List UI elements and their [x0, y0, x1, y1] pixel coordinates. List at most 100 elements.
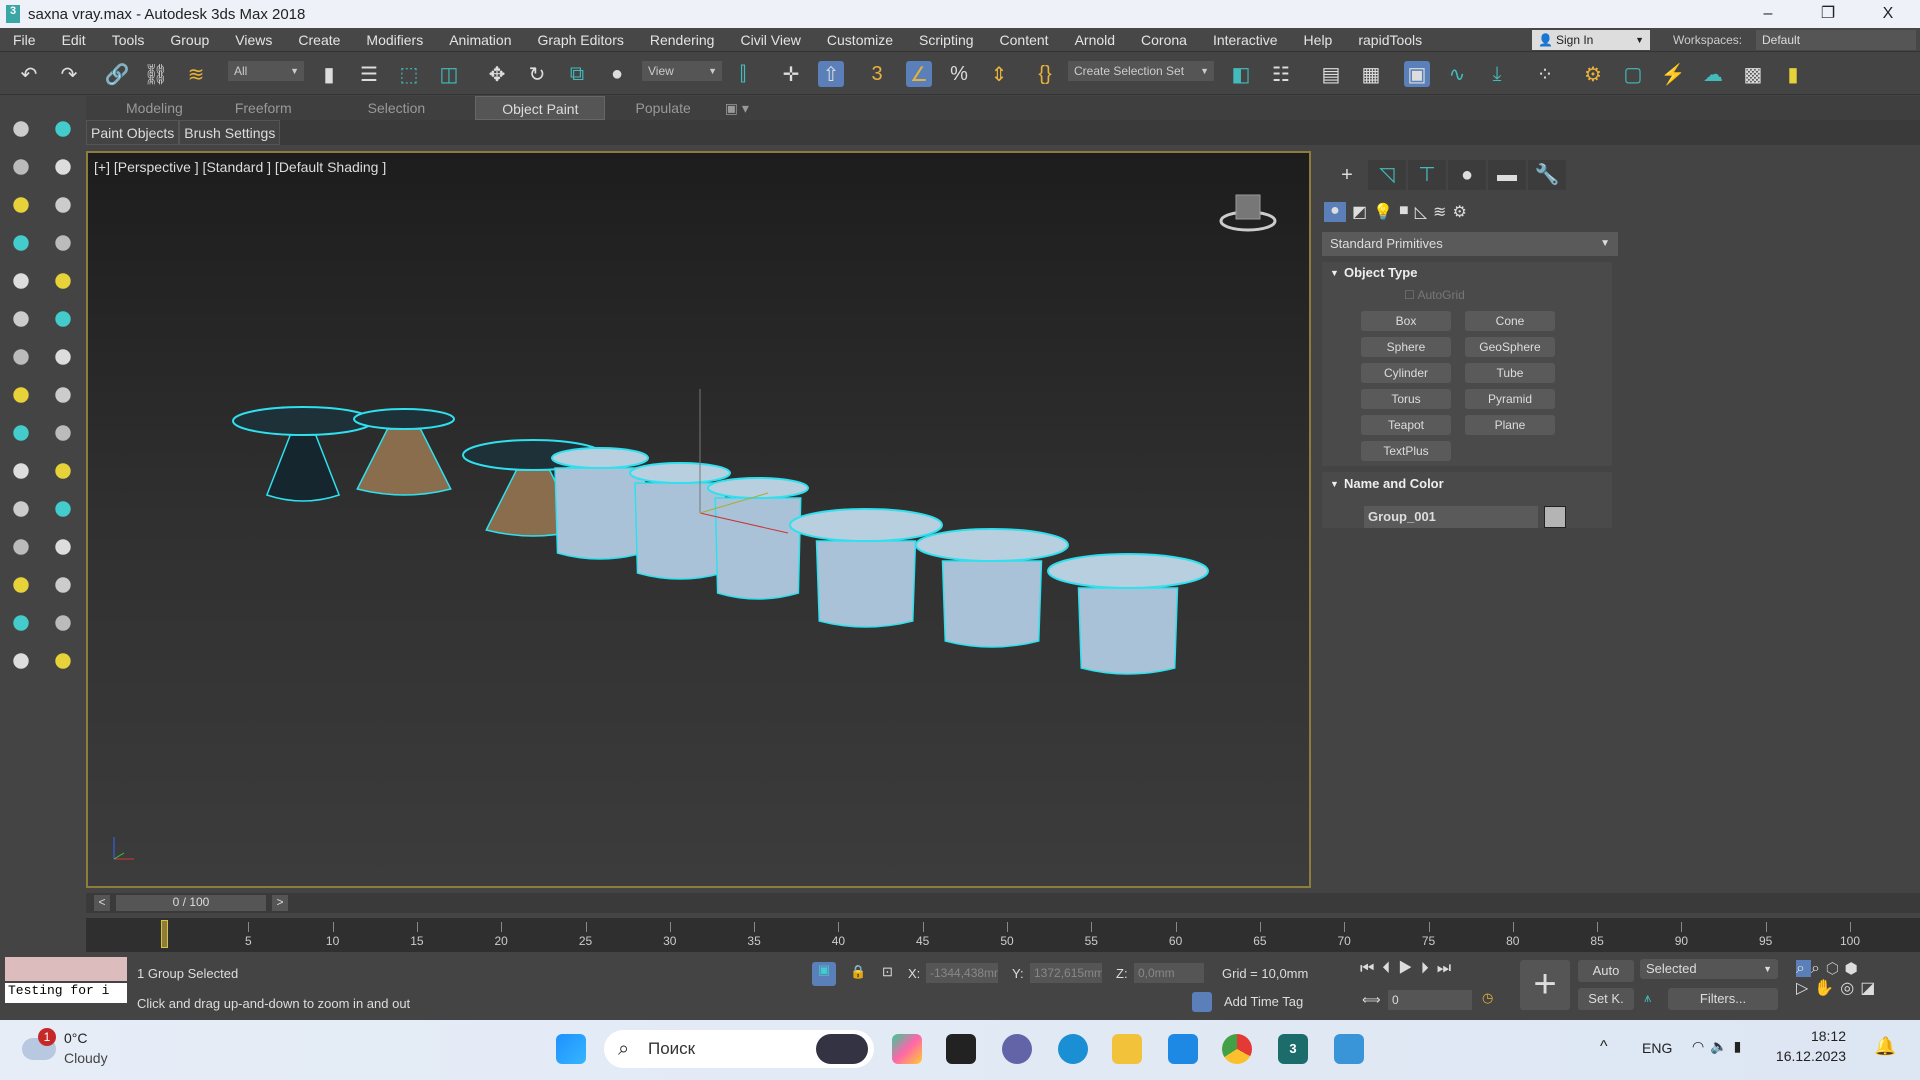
menu-edit[interactable]: Edit	[49, 32, 99, 48]
perspective-viewport[interactable]: [+] [Perspective ] [Standard ] [Default …	[86, 151, 1311, 888]
display-icon[interactable]	[13, 387, 29, 403]
download-icon[interactable]: ▮	[1780, 61, 1806, 87]
tab-object-paint[interactable]: Object Paint	[475, 96, 606, 120]
play-icon[interactable]: ▶	[1398, 960, 1420, 977]
terrain-icon[interactable]	[13, 197, 29, 213]
pivot-center-icon[interactable]: ⫿	[730, 61, 756, 87]
time-configuration-icon[interactable]: ◷	[1482, 990, 1493, 1006]
zoom-extents-all-icon[interactable]: ⬢	[1845, 960, 1864, 977]
create-cone-button[interactable]: Cone	[1465, 311, 1555, 331]
sign-in-dropdown[interactable]: 👤 Sign In ▼	[1532, 30, 1650, 50]
time-tag-icon[interactable]	[1192, 992, 1212, 1012]
menu-content[interactable]: Content	[987, 32, 1062, 48]
scene-explorer-icon[interactable]: ▤	[1318, 61, 1344, 87]
table-object[interactable]	[1047, 553, 1209, 675]
lights-icon[interactable]: 💡	[1373, 202, 1393, 222]
add-time-tag-button[interactable]: Add Time Tag	[1224, 994, 1303, 1009]
helper-icon[interactable]	[55, 235, 71, 251]
paint-icon[interactable]	[55, 425, 71, 441]
table-object[interactable]	[915, 528, 1069, 648]
zoom-icon[interactable]: ⌕	[1796, 960, 1811, 977]
track-bar[interactable]: 0510152025303540455055606570758085909510…	[86, 918, 1920, 952]
bind-space-warp-icon[interactable]: ≋	[183, 61, 209, 87]
name-color-header[interactable]: ▼ Name and Color	[1324, 473, 1606, 495]
render-setup-icon[interactable]: ⚙	[1580, 61, 1606, 87]
snaps-toggle-icon[interactable]: 3	[864, 61, 890, 87]
percent-snap-icon[interactable]: %	[946, 61, 972, 87]
selection-lock-icon[interactable]: 🔒	[850, 964, 866, 980]
motion-icon[interactable]	[55, 349, 71, 365]
window-crossing-icon[interactable]: ◫	[436, 61, 462, 87]
close-button[interactable]: X	[1860, 0, 1916, 28]
language-indicator[interactable]: ENG	[1642, 1040, 1672, 1056]
y-coordinate-field[interactable]: 1372,615mm	[1030, 963, 1102, 983]
menu-corona[interactable]: Corona	[1128, 32, 1200, 48]
hierarchy-tab-icon[interactable]: ⊤	[1408, 160, 1446, 190]
go-to-start-icon[interactable]: ⏮	[1360, 960, 1382, 977]
shapes-icon[interactable]: ◩	[1352, 202, 1367, 222]
render-icon[interactable]	[13, 425, 29, 441]
teapot-icon[interactable]	[13, 121, 29, 137]
paint-objects-panel[interactable]: Paint Objects	[86, 120, 180, 145]
notification-bell-icon[interactable]: 🔔	[1874, 1036, 1896, 1057]
modify-tab-icon[interactable]: ◹	[1368, 160, 1406, 190]
clock-date[interactable]: 16.12.2023	[1772, 1048, 1846, 1064]
select-by-name-icon[interactable]: ☰	[356, 61, 382, 87]
menu-arnold[interactable]: Arnold	[1062, 32, 1128, 48]
edge-icon[interactable]	[1058, 1034, 1088, 1064]
selection-filter-dropdown[interactable]: All	[228, 61, 304, 81]
notepad-icon[interactable]	[1334, 1034, 1364, 1064]
render-production-icon[interactable]: ⚡	[1660, 61, 1686, 87]
teams-icon[interactable]	[1002, 1034, 1032, 1064]
material-icon[interactable]	[13, 273, 29, 289]
brush-settings-panel[interactable]: Brush Settings	[179, 120, 281, 145]
show-hidden-icons[interactable]: ^	[1600, 1038, 1608, 1056]
menu-file[interactable]: File	[0, 32, 49, 48]
geometry-icon[interactable]: ●	[1324, 202, 1346, 222]
app-icon[interactable]	[946, 1034, 976, 1064]
rendered-frame-window-icon[interactable]: ▢	[1620, 61, 1646, 87]
shape-icon[interactable]	[13, 235, 29, 251]
auto-key-button[interactable]: Auto	[1578, 960, 1634, 982]
table-object[interactable]	[629, 462, 731, 580]
scale-icon[interactable]: ⧉	[564, 61, 590, 87]
hierarchy-icon[interactable]	[13, 349, 29, 365]
menu-rendering[interactable]: Rendering	[637, 32, 728, 48]
maxscript-mini-listener[interactable]	[5, 957, 127, 981]
table-object[interactable]	[789, 508, 943, 628]
system-tray-icons[interactable]: ◠🔈▮	[1692, 1038, 1747, 1055]
create-pyramid-button[interactable]: Pyramid	[1465, 389, 1555, 409]
create-geosphere-button[interactable]: GeoSphere	[1465, 337, 1555, 357]
settings-icon[interactable]	[13, 653, 29, 669]
windows-start-icon[interactable]	[556, 1034, 586, 1064]
taskbar-search[interactable]: ⌕ Поиск	[604, 1030, 874, 1068]
camera-icon[interactable]	[55, 197, 71, 213]
bone-icon[interactable]	[13, 615, 29, 631]
cone-icon[interactable]	[13, 539, 29, 555]
previous-frame-icon[interactable]: ⏴	[1382, 960, 1398, 977]
sphere-material-icon[interactable]	[13, 577, 29, 593]
reference-coordinate-dropdown[interactable]: View	[642, 61, 722, 81]
workspace-dropdown[interactable]: Default	[1756, 30, 1916, 50]
time-slider[interactable]: < 0 / 100 >	[86, 893, 1920, 913]
align-icon[interactable]: ☷	[1268, 61, 1294, 87]
unlink-icon[interactable]: ⛓	[143, 61, 169, 87]
autogrid-checkbox[interactable]: ☐ AutoGrid	[1404, 288, 1465, 302]
utilities-tab-icon[interactable]: 🔧	[1528, 160, 1566, 190]
copilot-icon[interactable]	[892, 1034, 922, 1064]
move-icon[interactable]: ✥	[484, 61, 510, 87]
tab-freeform[interactable]: Freeform	[209, 96, 318, 120]
next-frame-button[interactable]: >	[272, 895, 288, 911]
pivot-icon[interactable]	[55, 311, 71, 327]
layer-icon[interactable]	[55, 273, 71, 289]
menu-scripting[interactable]: Scripting	[906, 32, 986, 48]
menu-group[interactable]: Group	[157, 32, 222, 48]
particle-icon[interactable]	[55, 463, 71, 479]
time-slider-thumb[interactable]: 0 / 100	[116, 895, 266, 911]
spline-icon[interactable]	[55, 577, 71, 593]
object-name-input[interactable]: Group_001	[1364, 506, 1538, 528]
create-teapot-button[interactable]: Teapot	[1361, 415, 1451, 435]
menu-customize[interactable]: Customize	[814, 32, 906, 48]
edit-named-selection-icon[interactable]: {}	[1032, 61, 1058, 87]
torus-icon[interactable]	[55, 501, 71, 517]
